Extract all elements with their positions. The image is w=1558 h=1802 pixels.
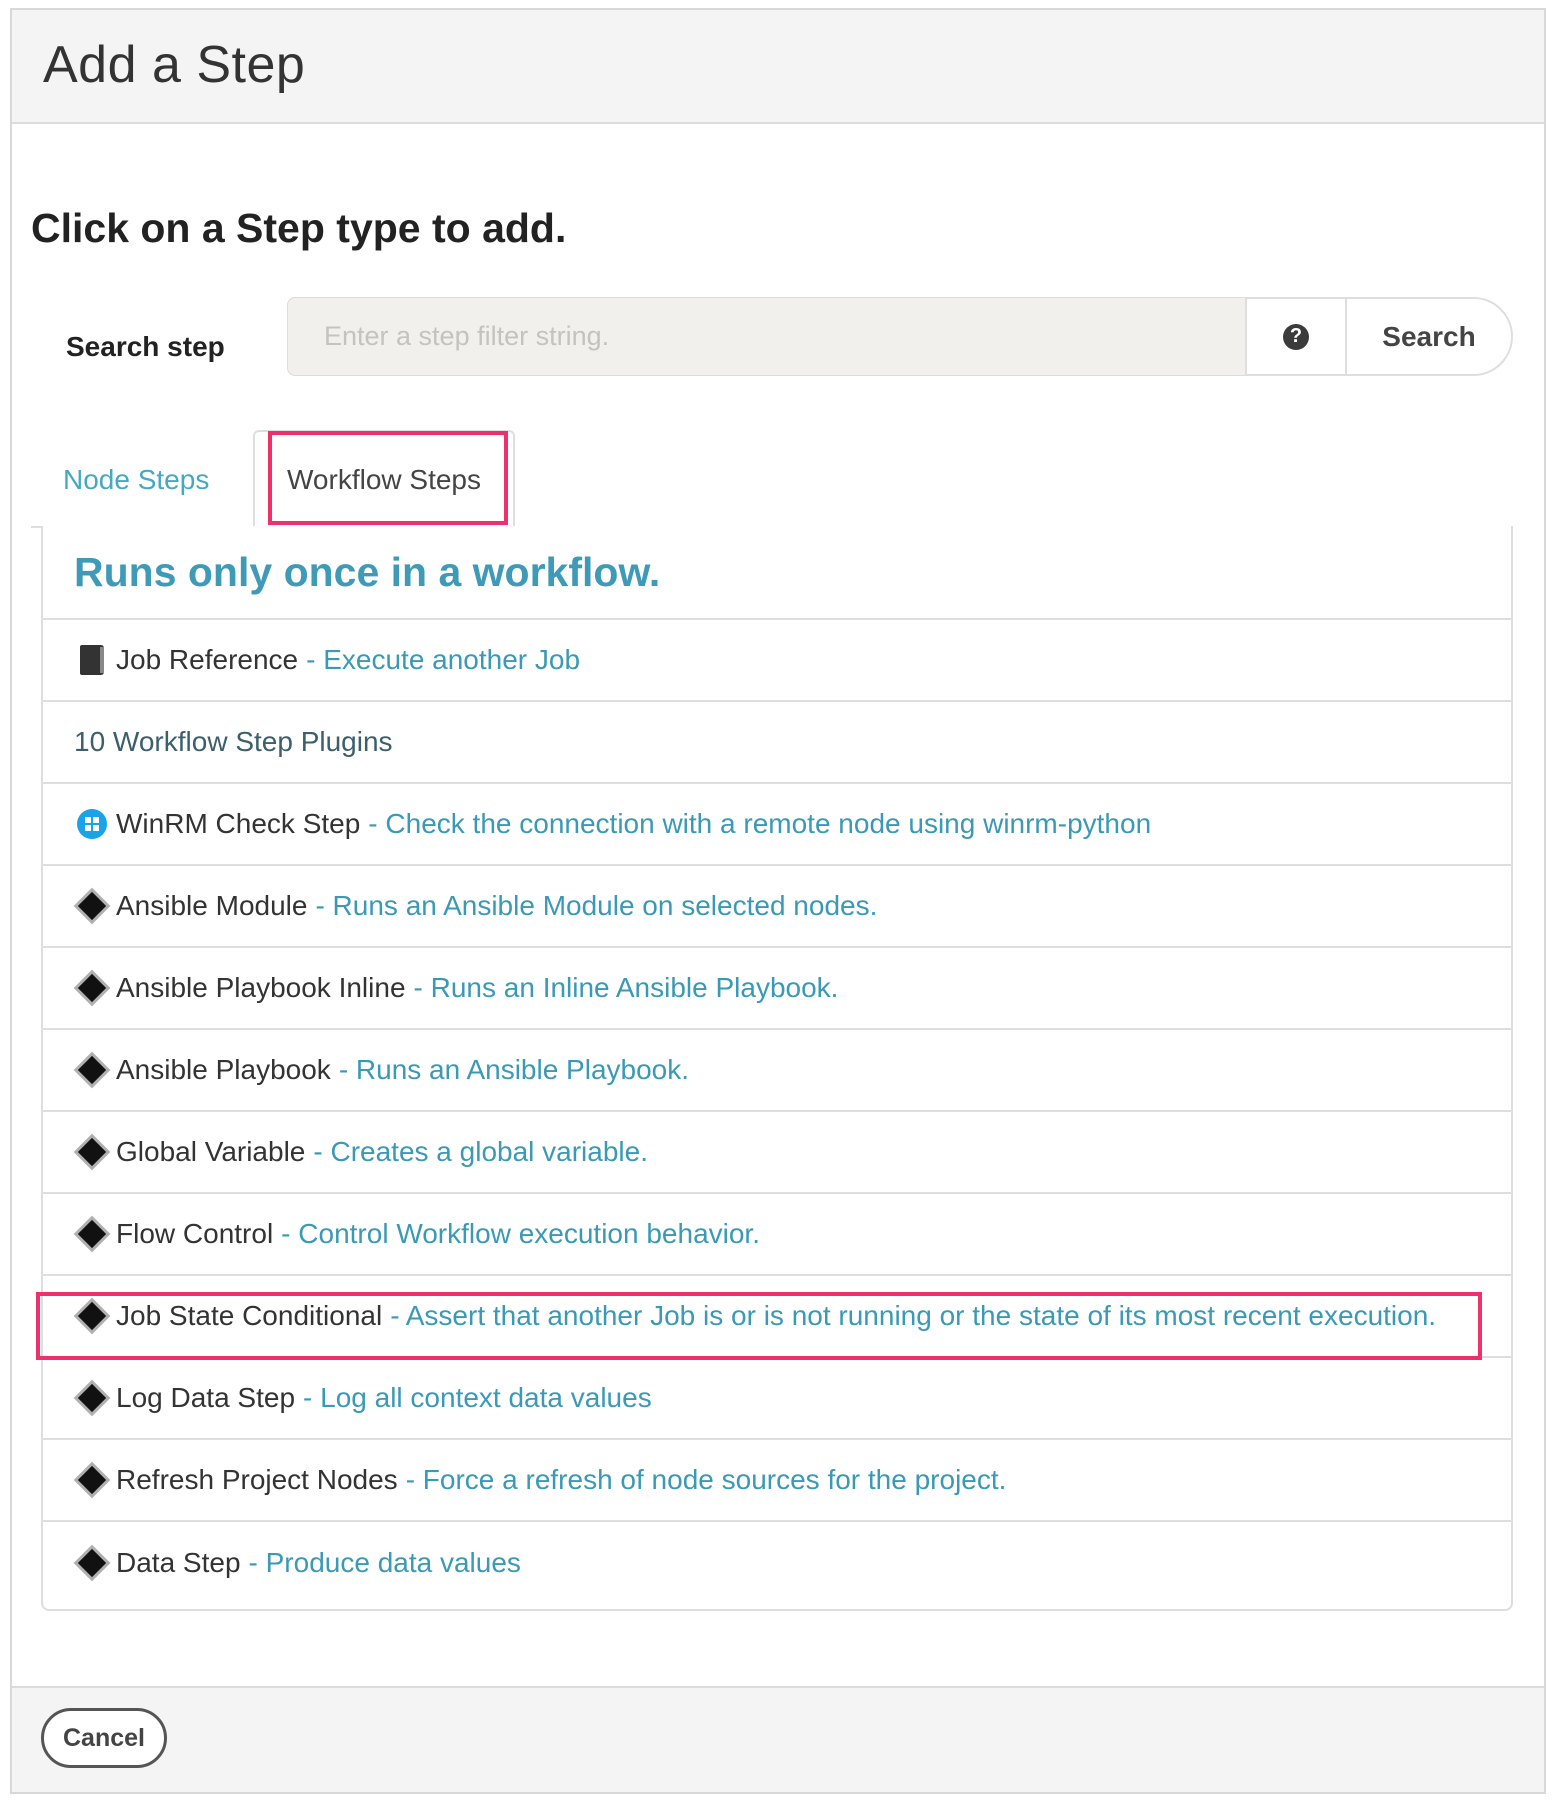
step-name: Refresh Project Nodes [116, 1464, 398, 1495]
modal-footer: Cancel [12, 1686, 1544, 1792]
diamond-icon [74, 1380, 110, 1416]
step-description: - Creates a global variable. [313, 1136, 648, 1167]
search-help-button[interactable]: ? [1245, 297, 1347, 376]
modal-footer-wrapper: Cancel [10, 1686, 1546, 1794]
step-item-job-reference[interactable]: Job Reference - Execute another Job [43, 620, 1511, 702]
cancel-button[interactable]: Cancel [41, 1708, 167, 1768]
step-item-flow-control[interactable]: Flow Control - Control Workflow executio… [43, 1194, 1511, 1276]
step-description: - Force a refresh of node sources for th… [405, 1464, 1007, 1495]
diamond-icon [74, 1216, 110, 1252]
book-icon [74, 642, 110, 678]
step-item-ansible-playbook-inline[interactable]: Ansible Playbook Inline - Runs an Inline… [43, 948, 1511, 1030]
step-item-global-variable[interactable]: Global Variable - Creates a global varia… [43, 1112, 1511, 1194]
step-item-job-state-conditional[interactable]: Job State Conditional - Assert that anot… [43, 1276, 1511, 1358]
tab-workflow-steps[interactable]: Workflow Steps [253, 430, 515, 530]
step-description: - Runs an Ansible Playbook. [338, 1054, 690, 1085]
windows-icon [74, 806, 110, 842]
step-description: - Check the connection with a remote nod… [368, 808, 1152, 839]
step-description: - Execute another Job [306, 644, 581, 675]
step-name: Ansible Playbook [116, 1054, 331, 1085]
question-circle-icon: ? [1283, 323, 1309, 350]
step-name: Global Variable [116, 1136, 306, 1167]
plugins-count-label: 10 Workflow Step Plugins [74, 726, 393, 757]
step-item-data-step[interactable]: Data Step - Produce data values [43, 1522, 1511, 1604]
search-step-label: Search step [66, 331, 225, 362]
step-description: - Assert that another Job is or is not r… [390, 1300, 1437, 1331]
step-description: - Log all context data values [303, 1382, 652, 1413]
step-name: Log Data Step [116, 1382, 296, 1413]
plugins-group-header: 10 Workflow Step Plugins [43, 702, 1511, 784]
step-item-winrm-check[interactable]: WinRM Check Step - Check the connection … [43, 784, 1511, 866]
step-name: Ansible Module [116, 890, 308, 921]
diamond-icon [74, 1134, 110, 1170]
modal-header: Add a Step [12, 10, 1544, 124]
diamond-icon [74, 1052, 110, 1088]
step-name: Flow Control [116, 1218, 274, 1249]
list-heading: Runs only once in a workflow. [43, 526, 1511, 620]
step-name: Job State Conditional [116, 1300, 383, 1331]
step-item-ansible-module[interactable]: Ansible Module - Runs an Ansible Module … [43, 866, 1511, 948]
instructions-heading: Click on a Step type to add. [31, 205, 567, 251]
step-description: - Runs an Ansible Module on selected nod… [315, 890, 878, 921]
modal-title: Add a Step [43, 36, 306, 94]
step-name: Job Reference [116, 644, 299, 675]
step-item-ansible-playbook[interactable]: Ansible Playbook - Runs an Ansible Playb… [43, 1030, 1511, 1112]
step-name: Ansible Playbook Inline [116, 972, 406, 1003]
tab-node-steps[interactable]: Node Steps [31, 430, 241, 530]
step-type-tabs: Node Steps Workflow Steps [31, 430, 1513, 530]
step-item-log-data[interactable]: Log Data Step - Log all context data val… [43, 1358, 1511, 1440]
diamond-icon [74, 888, 110, 924]
step-description: - Runs an Inline Ansible Playbook. [413, 972, 839, 1003]
step-description: - Control Workflow execution behavior. [281, 1218, 760, 1249]
search-button[interactable]: Search [1345, 297, 1513, 376]
step-name: Data Step [116, 1547, 241, 1578]
diamond-icon [74, 970, 110, 1006]
diamond-icon [74, 1462, 110, 1498]
step-filter-input[interactable] [287, 297, 1245, 376]
step-name: WinRM Check Step [116, 808, 361, 839]
step-item-refresh-project-nodes[interactable]: Refresh Project Nodes - Force a refresh … [43, 1440, 1511, 1522]
diamond-icon [74, 1545, 110, 1581]
diamond-icon [74, 1298, 110, 1334]
step-description: - Produce data values [248, 1547, 521, 1578]
workflow-step-list: Runs only once in a workflow. Job Refere… [41, 526, 1513, 1611]
